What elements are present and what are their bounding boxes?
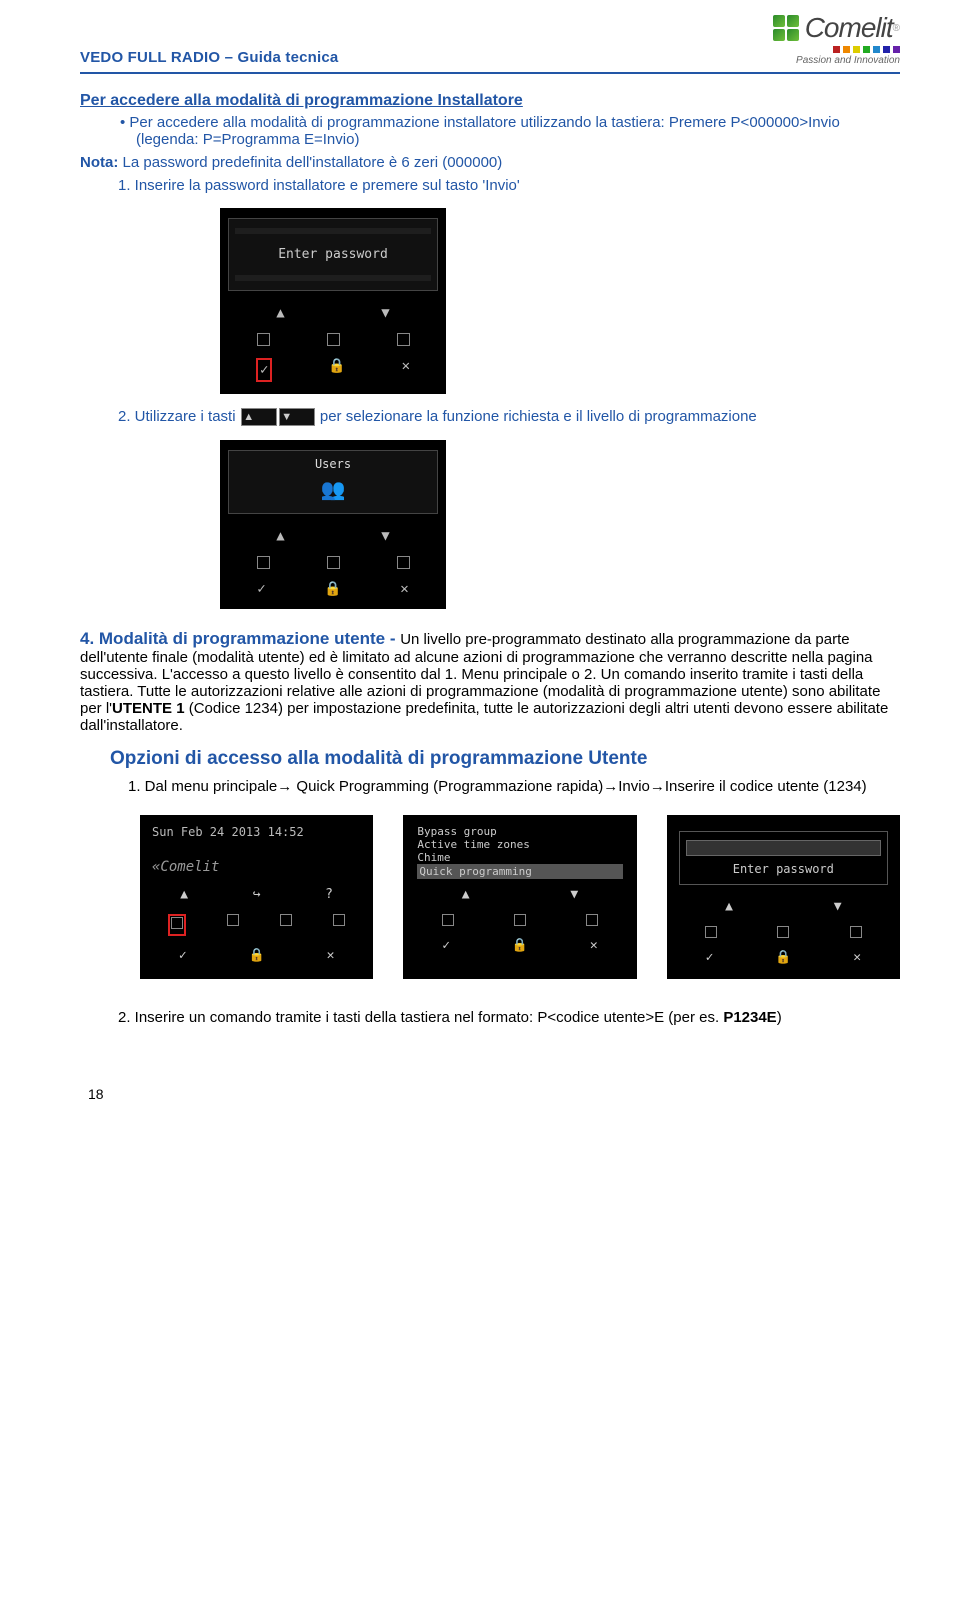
option-keys-row xyxy=(228,327,438,352)
cancel-key-icon: ✕ xyxy=(590,938,598,953)
utente-1-bold: UTENTE 1 xyxy=(112,700,185,717)
lock-icon: 🔒 xyxy=(324,581,341,597)
control-keys-row: ✓ 🔒 ✕ xyxy=(148,942,365,969)
option-keys-row xyxy=(228,550,438,575)
color-dots-icon xyxy=(773,46,900,53)
option-keys-row xyxy=(411,908,628,932)
keypad-row: Sun Feb 24 2013 14:52 «Comelit ▲↪? ✓ 🔒 ✕… xyxy=(140,815,900,979)
control-keys-row: ✓ 🔒 ✕ xyxy=(411,932,628,959)
control-keys-row: ✓ 🔒 ✕ xyxy=(675,944,892,971)
nota-text: La password predefinita dell'installator… xyxy=(123,154,503,171)
keypad-mini-3: Enter password ▲▼ ✓ 🔒 ✕ xyxy=(667,815,900,979)
nota-label: Nota: xyxy=(80,154,118,171)
ok-key-icon: ✓ xyxy=(442,938,450,953)
keypad-illustration-2: Users 👥 ▲▼ ✓ 🔒 ✕ xyxy=(220,440,446,609)
option-keys-row xyxy=(675,920,892,944)
menu-item: Active time zones xyxy=(417,838,622,851)
section-4-body-b: (Codice 1234) per impostazione predefini… xyxy=(80,700,888,734)
arrow-keys-row: ▲▼ xyxy=(411,881,628,908)
nota-line: Nota: La password predefinita dell'insta… xyxy=(80,154,900,171)
arrow-up-button-icon: ▲ xyxy=(241,408,277,426)
doc-title: VEDO FULL RADIO – Guida tecnica xyxy=(80,49,338,66)
brand-text: «Comelit xyxy=(152,859,365,875)
brand-logo: Comelit® Passion and Innovation xyxy=(773,12,900,66)
section-4-lead: 4. Modalità di programmazione utente - xyxy=(80,629,400,648)
keypad-mini-2: Bypass group Active time zones Chime Qui… xyxy=(403,815,636,979)
arrow-keys-row: ▲▼ xyxy=(228,522,438,550)
ok-key-highlight: ✓ xyxy=(256,358,272,382)
control-keys-row: ✓ 🔒 ✕ xyxy=(228,575,438,603)
screen-caption: Enter password xyxy=(686,862,881,876)
menu-item: Bypass group xyxy=(417,825,622,838)
section-4-paragraph: 4. Modalità di programmazione utente - U… xyxy=(80,629,900,734)
page-number: 18 xyxy=(88,1086,900,1102)
lock-icon: 🔒 xyxy=(328,358,345,382)
arrow-keys-row: ▲↪? xyxy=(148,881,365,908)
arrow-keys-row: ▲▼ xyxy=(228,299,438,327)
keypad-mini-1: Sun Feb 24 2013 14:52 «Comelit ▲↪? ✓ 🔒 ✕ xyxy=(140,815,373,979)
menu-key-highlight xyxy=(168,914,186,936)
opzioni-title: Opzioni di accesso alla modalità di prog… xyxy=(110,748,900,770)
step-2b-tail: ) xyxy=(777,1009,782,1026)
cancel-key-icon: ✕ xyxy=(327,948,335,963)
cancel-key-icon: ✕ xyxy=(400,581,408,597)
section-title: Per accedere alla modalità di programmaz… xyxy=(80,92,900,110)
cancel-key-icon: ✕ xyxy=(853,950,861,965)
screen-caption: Users xyxy=(235,457,431,471)
lock-icon: 🔒 xyxy=(512,938,528,953)
menu-item-selected: Quick programming xyxy=(417,864,622,879)
step-1: 1. Inserire la password installatore e p… xyxy=(118,177,900,194)
users-icon: 👥 xyxy=(235,477,431,501)
step-2-pre: 2. Utilizzare i tasti xyxy=(118,408,240,425)
password-box: Enter password xyxy=(679,831,888,885)
ok-key-icon: ✓ xyxy=(706,950,714,965)
datetime-text: Sun Feb 24 2013 14:52 xyxy=(148,823,365,841)
control-keys-row: ✓ 🔒 ✕ xyxy=(228,352,438,388)
lock-icon: 🔒 xyxy=(775,950,791,965)
step-2b-text: 2. Inserire un comando tramite i tasti d… xyxy=(118,1009,723,1026)
logo-mark-icon xyxy=(773,15,799,41)
opzioni-step-1: 1. Dal menu principale→ Quick Programmin… xyxy=(128,778,900,795)
step-2-bottom: 2. Inserire un comando tramite i tasti d… xyxy=(118,1009,900,1026)
menu-list: Bypass group Active time zones Chime Qui… xyxy=(411,823,628,881)
step-2-post: per selezionare la funzione richiesta e … xyxy=(320,408,757,425)
device-screen: Users 👥 xyxy=(228,450,438,514)
step-2: 2. Utilizzare i tasti ▲▼ per selezionare… xyxy=(118,408,900,426)
keypad-illustration-1: Enter password ▲▼ ✓ 🔒 ✕ xyxy=(220,208,446,394)
ok-key-icon: ✓ xyxy=(257,581,265,597)
device-screen: Enter password xyxy=(228,218,438,291)
option-keys-row xyxy=(148,908,365,942)
arrow-down-button-icon: ▼ xyxy=(279,408,315,426)
step-2b-code: P1234E xyxy=(723,1009,776,1026)
screen-caption: Enter password xyxy=(235,237,431,272)
logo-text: Comelit xyxy=(805,12,893,44)
menu-item: Chime xyxy=(417,851,622,864)
registered-icon: ® xyxy=(893,23,900,34)
header-rule xyxy=(80,72,900,74)
cancel-key-icon: ✕ xyxy=(402,358,410,382)
lock-icon: 🔒 xyxy=(249,948,265,963)
arrow-keys-row: ▲▼ xyxy=(675,893,892,920)
brand-tagline: Passion and Innovation xyxy=(773,55,900,66)
ok-key-icon: ✓ xyxy=(179,948,187,963)
bullet-instruction: Per accedere alla modalità di programmaz… xyxy=(120,114,900,148)
